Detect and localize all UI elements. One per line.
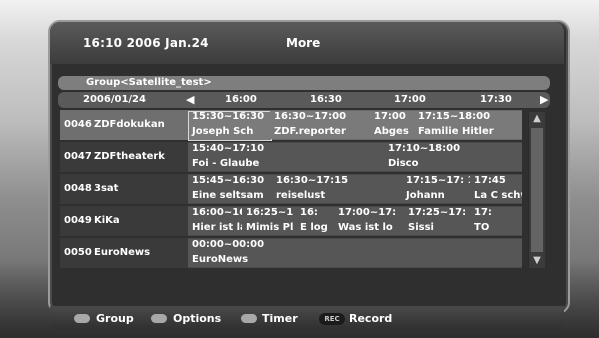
program-title: Sissi [408, 222, 434, 233]
program-time: 15:45~16:30 [192, 175, 265, 186]
program-time: 16: [300, 207, 318, 218]
channel-name: EuroNews [94, 247, 151, 258]
channel-cell[interactable]: 0047 ZDFtheaterk [60, 142, 188, 172]
scroll-down-icon[interactable]: ▼ [532, 256, 542, 266]
program-text: 15:40~17:10 Foi - Glaube [188, 142, 384, 172]
program-text: 17:15~17: 1 Johann [402, 174, 470, 204]
program-time: 15:40~17:10 [192, 143, 265, 154]
program-title: Mimis Pl [246, 222, 294, 233]
timeline-date: 2006/01/24 [83, 94, 146, 105]
program-title: ZDF.reporter [274, 126, 346, 137]
program-title: reiselust [276, 190, 326, 201]
program-title: Was ist lo [338, 222, 393, 233]
green-key-icon[interactable] [74, 314, 90, 323]
program-title: Hier ist la [192, 222, 242, 233]
program-time: 15:30~16:30 [192, 111, 265, 122]
channel-number: 0049 [64, 215, 92, 226]
program-text: 15:45~16:30 Eine seltsam [188, 174, 272, 204]
program-text: 16: E log [296, 206, 334, 236]
channel-cell[interactable]: 0048 3sat [60, 174, 188, 204]
footer-key-group-label: Group [96, 312, 134, 325]
program-title: EuroNews [192, 254, 249, 265]
timeline-time-1700: 17:00 [394, 94, 426, 105]
program-time: 16:00~16: [192, 207, 242, 218]
channel-cell[interactable]: 0049 KiKa [60, 206, 188, 236]
channel-row[interactable]: 0050 EuroNews 00:00~00:00 EuroNews [60, 238, 522, 268]
program-time: 17:00 [374, 111, 406, 122]
channel-name: 3sat [94, 183, 119, 194]
program-time: 17:00~17: [338, 207, 397, 218]
header-datetime: 16:10 2006 Jan.24 [83, 36, 209, 50]
program-time: 17:25~17: [408, 207, 467, 218]
channel-number: 0047 [64, 151, 92, 162]
rec-key-icon[interactable]: REC [319, 313, 345, 325]
program-text: 17:10~18:00 Disco [384, 142, 522, 172]
program-title: Familie Hitler [418, 126, 494, 137]
timeline-time-1630: 16:30 [310, 94, 342, 105]
program-text: 00:00~00:00 EuroNews [188, 238, 522, 268]
program-text: 17:15~18:00 Familie Hitler [414, 110, 522, 140]
timeline-time-1730: 17:30 [480, 94, 512, 105]
vertical-scrollbar[interactable]: ▲ ▼ [528, 112, 545, 268]
channel-number: 0048 [64, 183, 92, 194]
program-title: Foi - Glaube [192, 158, 260, 169]
blue-key-icon[interactable] [241, 314, 257, 323]
program-text: 17:00~17: Was ist lo [334, 206, 404, 236]
program-text: 17:25~17: Sissi [404, 206, 470, 236]
group-label: Group<Satellite_test> [86, 77, 212, 88]
program-title: E log [300, 222, 328, 233]
program-time: 16:25~1 1 [246, 207, 296, 218]
program-time: 17:10~18:00 [388, 143, 461, 154]
program-text: 16:00~16: Hier ist la [188, 206, 242, 236]
footer-key-options-label: Options [173, 312, 222, 325]
channel-cell[interactable]: 0050 EuroNews [60, 238, 188, 268]
epg-grid: 0046 ZDFdokukan 15:30~16:30 Joseph Sch 1… [60, 110, 522, 268]
program-text: 15:30~16:30 Joseph Sch [188, 110, 270, 140]
program-text: 16:30~17:00 ZDF.reporter [270, 110, 370, 140]
channel-row[interactable]: 0046 ZDFdokukan 15:30~16:30 Joseph Sch 1… [60, 110, 522, 141]
scroll-up-icon[interactable]: ▲ [532, 114, 542, 124]
program-title: La C schw [474, 190, 522, 201]
channel-row[interactable]: 0047 ZDFtheaterk 15:40~17:10 Foi - Glaub… [60, 142, 522, 172]
program-title: Eine seltsam [192, 190, 264, 201]
channel-number: 0046 [64, 119, 92, 130]
channel-name: KiKa [94, 215, 120, 226]
channel-row[interactable]: 0049 KiKa 16:00~16: Hier ist la 16:25~1 … [60, 206, 522, 236]
arrow-right-icon[interactable]: ▶ [540, 92, 548, 108]
program-title: TO [474, 222, 490, 233]
program-text: 17:45 La C schw [470, 174, 522, 204]
program-text: 16:25~1 1 Mimis Pl [242, 206, 296, 236]
program-text: 17: TO [470, 206, 522, 236]
channel-cell[interactable]: 0046 ZDFdokukan [60, 110, 188, 140]
program-time: 16:30~17:00 [274, 111, 347, 122]
channel-number: 0050 [64, 247, 92, 258]
program-time: 16:30~17:15 [276, 175, 349, 186]
channel-name: ZDFtheaterk [94, 151, 165, 162]
channel-row[interactable]: 0048 3sat 15:45~16:30 Eine seltsam 16:30… [60, 174, 522, 204]
program-title: Johann [406, 190, 445, 201]
footer-key-record-label: Record [349, 312, 393, 325]
program-title: Disco [388, 158, 419, 169]
program-time: 00:00~00:00 [192, 239, 265, 250]
program-text: 17:00 Abges [370, 110, 414, 140]
arrow-left-icon[interactable]: ◀ [186, 92, 194, 108]
program-time: 17: [474, 207, 492, 218]
scrollbar-thumb[interactable] [531, 128, 543, 252]
program-text: 16:30~17:15 reiselust [272, 174, 402, 204]
channel-name: ZDFdokukan [94, 119, 165, 130]
header-title: More [286, 36, 321, 50]
program-title: Joseph Sch [192, 126, 254, 137]
timeline-time-1600: 16:00 [225, 94, 257, 105]
program-time: 17:15~17: 1 [406, 175, 470, 186]
yellow-key-icon[interactable] [151, 314, 167, 323]
program-time: 17:45 [474, 175, 506, 186]
footer-key-timer-label: Timer [262, 312, 298, 325]
program-title: Abges [374, 126, 409, 137]
program-time: 17:15~18:00 [418, 111, 491, 122]
